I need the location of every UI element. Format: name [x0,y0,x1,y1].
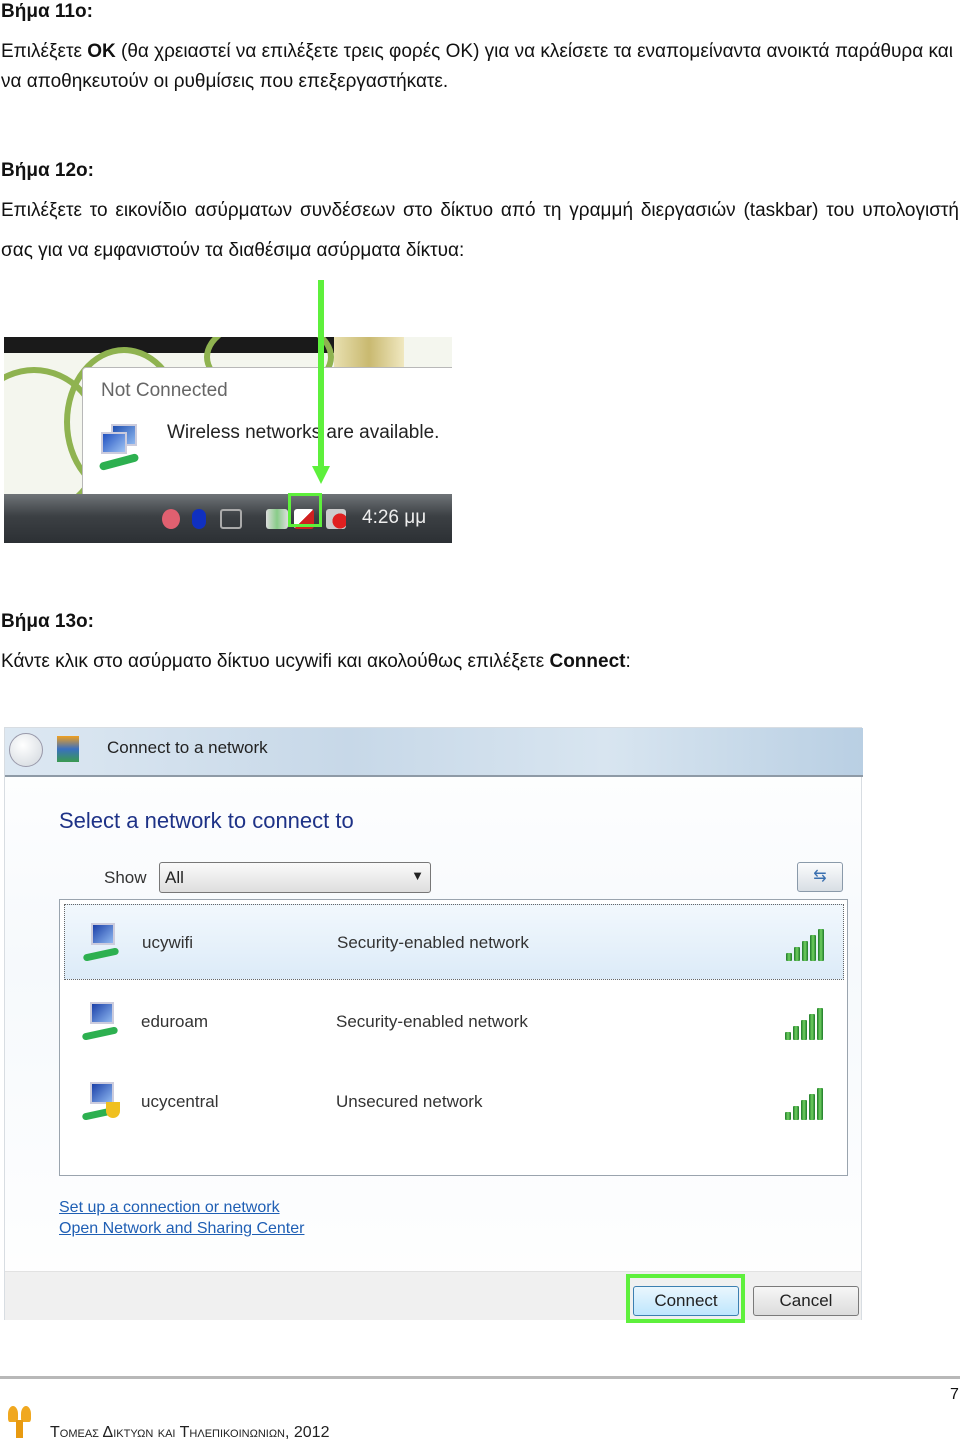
step-12-text: Επιλέξετε το εικονίδιο ασύρματων συνδέσε… [1,200,959,261]
signal-bar [794,947,800,961]
network-computers-icon [98,422,141,472]
security-shield-icon[interactable] [162,509,180,529]
chevron-down-icon: ▼ [411,868,424,883]
signal-bar [802,941,808,961]
signal-bar [818,929,824,961]
signal-bar [793,1026,799,1040]
arrow-down-icon [312,466,330,484]
step-13-text: Κάντε κλικ στο ασύρματο δίκτυο ucywifi κ… [1,651,631,672]
network-security: Security-enabled network [336,1012,528,1031]
signal-strength-icon [785,1086,829,1120]
signal-bar [786,953,792,961]
signal-bar [810,935,816,961]
network-item[interactable]: ucywifi Security-enabled network [64,904,844,980]
bluetooth-icon[interactable] [192,509,206,529]
network-name: ucywifi [142,933,194,952]
wireless-network-icon [81,1002,122,1042]
footer-text: Τομεας Δικτυων και Τηλεπικοινωνιων, 2012 [50,1424,330,1441]
network-item[interactable]: eduroam Security-enabled network [64,984,844,1060]
signal-bar [801,1100,807,1120]
highlight-box [288,493,322,527]
show-label: Show [104,868,147,887]
show-dropdown[interactable]: All ▼ [159,862,431,893]
balloon-title: Not Connected [101,380,228,401]
signal-bar [809,1014,815,1040]
university-logo-icon [4,1406,36,1440]
signal-strength-icon [785,1006,829,1040]
network-sharing-center-link[interactable]: Open Network and Sharing Center [59,1220,304,1238]
dialog-title: Connect to a network [107,738,268,757]
signal-strength-icon [786,927,830,961]
dialog-header: Connect to a network [5,728,863,777]
page-number: 7 [950,1386,959,1403]
display-icon[interactable] [220,509,242,529]
setup-connection-link[interactable]: Set up a connection or network [59,1199,280,1217]
cancel-button[interactable]: Cancel [753,1286,859,1316]
network-security: Security-enabled network [337,933,529,952]
signal-bar [809,1094,815,1120]
clock[interactable]: 4:26 μμ [362,507,426,529]
wireless-network-icon [81,1082,122,1122]
network-name: ucycentral [141,1092,219,1111]
signal-bar [801,1020,807,1040]
step-13-heading: Βήμα 13ο: [1,611,94,632]
network-item[interactable]: ucycentral Unsecured network [64,1064,844,1140]
signal-bar [817,1008,823,1040]
network-list: ucywifi Security-enabled network eduroam… [59,899,848,1176]
signal-bar [785,1032,791,1040]
wireless-network-icon [82,923,123,963]
refresh-button[interactable]: ⇆ [797,862,843,892]
notification-balloon[interactable]: Not Connected Wireless networks are avai… [82,367,452,495]
step-11-heading: Βήμα 11ο: [1,1,93,22]
dialog-heading: Select a network to connect to [59,808,354,833]
back-button[interactable] [9,733,43,767]
network-wizard-icon [57,736,79,762]
refresh-icon: ⇆ [813,868,827,885]
connect-button[interactable]: Connect [633,1286,739,1316]
footer-divider [0,1376,960,1379]
taskbar-screenshot: Not Connected Wireless networks are avai… [4,337,452,543]
network-name: eduroam [141,1012,209,1031]
show-value: All [165,868,184,887]
volume-muted-icon[interactable] [326,509,346,529]
arrow-shaft [318,280,324,470]
balloon-text: Wireless networks are available. [167,422,440,443]
signal-bar [785,1112,791,1120]
connect-to-network-dialog: Connect to a network Select a network to… [4,727,863,1323]
power-icon[interactable] [266,509,288,529]
network-security: Unsecured network [336,1092,483,1111]
signal-bar [817,1088,823,1120]
step-12-heading: Βήμα 12ο: [1,160,94,181]
step-11-text: Επιλέξετε ΟΚ (θα χρειαστεί να επιλέξετε … [1,41,953,92]
signal-bar [793,1106,799,1120]
taskbar: 4:26 μμ [4,494,452,543]
